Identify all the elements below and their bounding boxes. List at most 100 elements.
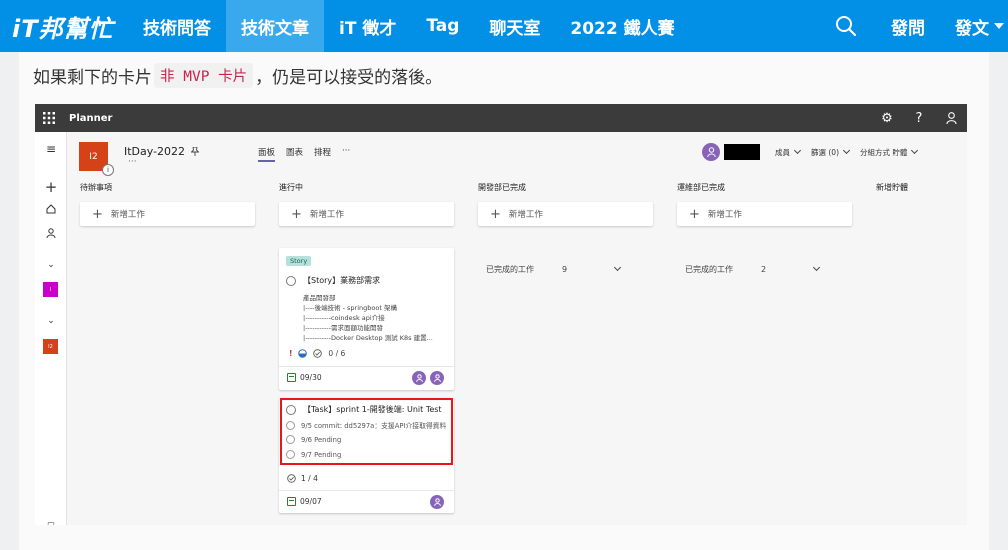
site-logo[interactable]: iT邦幫忙 [0,0,128,52]
pin-icon [191,147,200,156]
tab-more: ··· [342,146,351,156]
completed-count: 9 [562,264,568,274]
bucket-name: 運維部已完成 [677,183,725,192]
ask-question-link[interactable]: 發問 [876,0,940,52]
paragraph-text-before: 如果剩下的卡片 [33,67,152,88]
card-divider [279,366,454,367]
assignee-avatar [430,371,444,385]
chevron-down-icon: ⌄ [47,316,55,326]
user-icon [935,104,967,132]
checklist-icon [313,349,323,358]
home-icon [35,200,67,218]
bucket-name: 進行中 [279,183,303,192]
nav-item-chatroom[interactable]: 聊天室 [474,0,555,52]
plan-header: I2 i ItDay-2022 ··· 面板 圖表 排程 ··· 成員 篩選 (… [68,132,967,180]
calendar-icon [287,497,296,506]
assignee-avatar [412,371,426,385]
left-plan-magenta-icon: I [43,282,58,297]
nav-item-jobs[interactable]: iT 徵才 [324,0,411,52]
task-due-row: 09/30 [287,373,322,382]
completed-label: 已完成的工作 [685,264,733,274]
add-bucket: 新增貯體 [876,180,956,196]
add-task-label: 新增工作 [508,210,543,220]
inline-code: 非 MVP 卡片 [154,62,254,88]
add-task-button: + 新增工作 [478,202,653,226]
card-divider [279,490,454,491]
left-plan-i2-icon: I2 [43,339,58,354]
progress-half-icon [298,349,308,358]
completed-tasks-toggle: 已完成的工作 9 [486,261,656,277]
tab-charts: 圖表 [286,148,304,158]
complete-circle-icon [286,275,296,286]
add-task-button: + 新增工作 [80,202,255,226]
checklist-count: 0 / 6 [328,349,346,358]
task-meta-row: ! 0 / 6 [289,349,345,358]
plus-icon: + [44,178,58,196]
planner-left-rail: ≡ + ⌄ I ⌄ I2 ▭ [35,132,67,525]
store-icon: ▭ [47,518,55,526]
plus-icon: + [92,206,103,222]
chevron-down-icon [813,263,821,272]
plan-header-controls: 成員 篩選 (0) 分組方式 貯體 [702,141,919,163]
post-dropdown[interactable]: 發文 [940,0,1008,52]
task-meta-row: 1 / 4 [287,474,318,483]
desc-line: |-----------coindesk api介接 [303,314,385,322]
add-task-button: + 新增工作 [279,202,454,226]
search-icon[interactable] [816,0,876,52]
bucket-name: 待辦事項 [80,183,112,192]
desc-line: 產品開發部 [303,294,336,302]
members-filter-label: 成員 [775,147,790,157]
desc-line: |----後端技術 - springboot 架構 [303,304,397,312]
due-date: 09/30 [300,373,322,382]
add-task-label: 新增工作 [110,210,145,220]
highlight-box [280,398,453,465]
due-date: 09/07 [300,497,322,506]
nav-item-articles[interactable]: 技術文章 [226,0,324,52]
task-title: 【Story】業務部需求 [303,276,381,285]
desc-line: |-----------需求面額功能開發 [303,324,383,332]
bucket-name: 開發部已完成 [478,183,526,192]
bucket-dev-done: 開發部已完成 + 新增工作 [478,180,653,226]
help-icon: ? [915,110,923,126]
plan-tabs: 面板 圖表 排程 ··· [258,146,350,162]
chevron-down-icon [793,146,802,155]
nav-item-qa[interactable]: 技術問答 [128,0,226,52]
chevron-down-icon [911,146,919,155]
plus-icon: + [490,206,501,222]
completed-label: 已完成的工作 [486,264,534,274]
assignee-avatar [430,495,444,509]
priority-important-icon: ! [289,349,293,358]
story-label-tag: Story [286,256,312,266]
nav-item-ironman[interactable]: 2022 鐵人賽 [555,0,689,52]
add-task-label: 新增工作 [707,210,742,220]
members-filter: 成員 [775,146,802,158]
plus-icon: + [689,206,700,222]
bucket-ops-done: 運維部已完成 + 新增工作 [677,180,852,226]
bucket-in-progress: 進行中 + 新增工作 Story 【Story】業務部需求 產品開發部 |----… [279,180,454,525]
member-avatar [702,143,720,161]
paragraph-text-after: ，仍是可以接受的落後。 [255,67,443,88]
chevron-down-icon [842,146,851,155]
plan-more-dots: ··· [128,157,137,167]
add-task-button: + 新增工作 [677,202,852,226]
completed-count: 2 [761,264,767,274]
tab-schedule: 排程 [314,148,332,158]
completed-tasks-toggle: 已完成的工作 2 [685,261,855,277]
group-by-label: 分組方式 貯體 [860,147,908,157]
checklist-icon [287,474,296,483]
chevron-down-icon: ⌄ [47,260,55,270]
calendar-icon [287,373,296,382]
group-by-dropdown: 分組方式 貯體 [860,146,919,158]
task-card-story: Story 【Story】業務部需求 產品開發部 |----後端技術 - spr… [279,248,454,390]
info-icon: i [102,164,114,176]
task-title-row: 【Story】業務部需求 [286,275,380,286]
checklist-count: 1 / 4 [301,474,318,483]
filter-dropdown-label: 篩選 (0) [811,147,840,157]
app-launcher-icon [35,104,63,132]
planner-top-bar: Planner ⚙ ? [35,104,967,132]
hamburger-icon: ≡ [45,142,57,156]
bucket-todo: 待辦事項 + 新增工作 [80,180,255,226]
task-description: 產品開發部 |----後端技術 - springboot 架構 |-------… [303,293,433,343]
nav-item-tag[interactable]: Tag [411,0,474,52]
add-bucket-label: 新增貯體 [876,183,908,192]
